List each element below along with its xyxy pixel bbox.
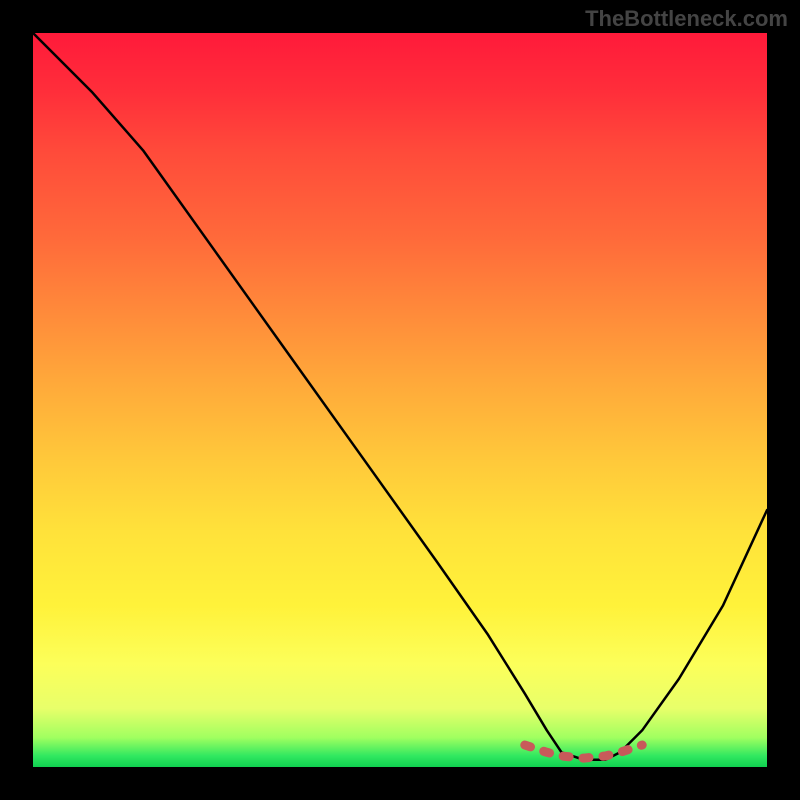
bottleneck-curve-line: [33, 33, 767, 760]
chart-plot-area: [33, 33, 767, 767]
optimal-range-marker-line: [525, 745, 642, 758]
watermark-text: TheBottleneck.com: [585, 6, 788, 32]
chart-svg: [33, 33, 767, 767]
